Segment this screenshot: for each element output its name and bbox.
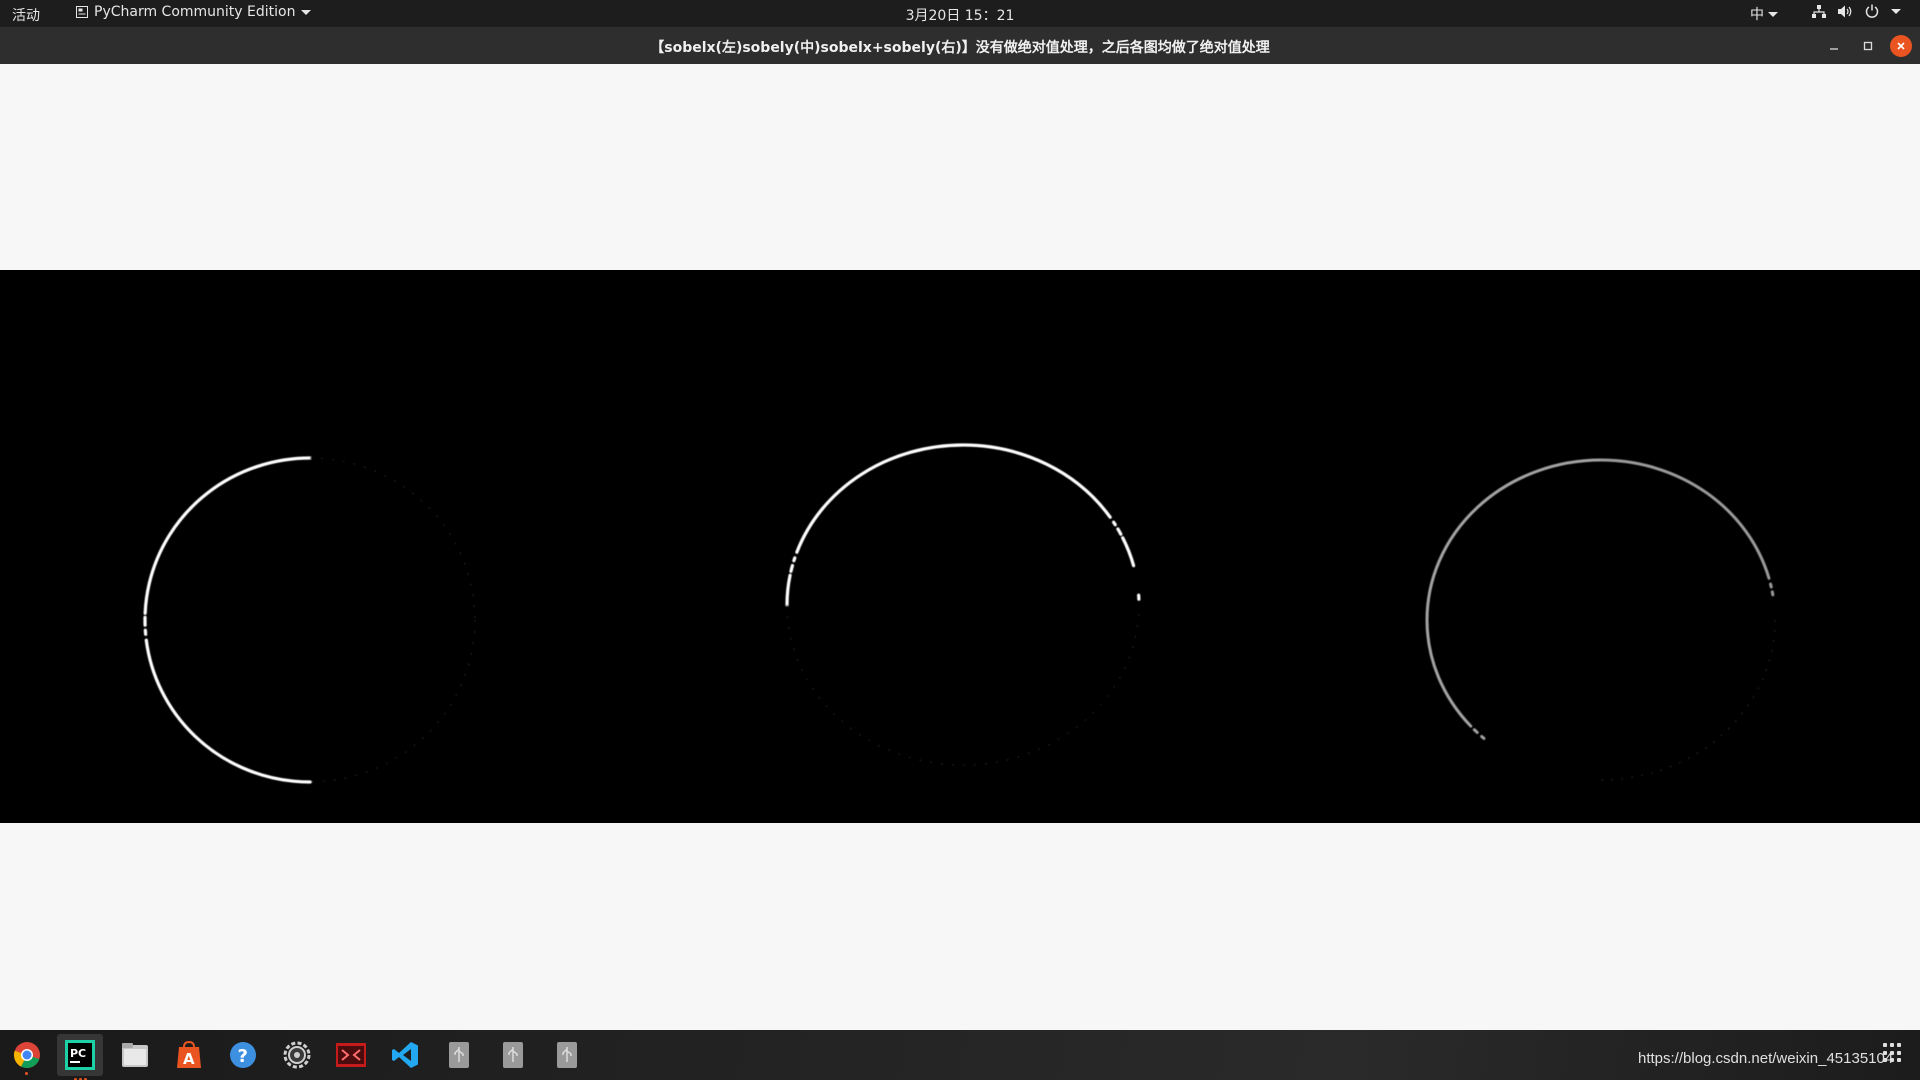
- input-method-indicator[interactable]: 中: [1750, 4, 1778, 24]
- gnome-top-bar: 活动 PyCharm Community Edition 3月20日 15：21…: [0, 0, 1920, 27]
- software-center-icon[interactable]: A: [174, 1040, 204, 1070]
- sobelx-edge-image: [143, 456, 476, 784]
- chrome-icon[interactable]: [12, 1040, 42, 1075]
- minimize-icon: [1830, 48, 1838, 50]
- network-icon[interactable]: [1812, 4, 1826, 18]
- usb-drive-icon[interactable]: [498, 1040, 528, 1070]
- usb-drive-icon[interactable]: [444, 1040, 474, 1070]
- pycharm-icon[interactable]: PC: [57, 1034, 103, 1080]
- window-title-bar[interactable]: 【sobelx(左)sobely(中)sobelx+sobely(右)】没有做绝…: [0, 27, 1920, 64]
- help-icon[interactable]: ?: [228, 1040, 258, 1070]
- sobel-sum-edge-image: [1425, 458, 1777, 782]
- minimize-button[interactable]: [1823, 35, 1845, 57]
- files-icon[interactable]: [120, 1040, 150, 1070]
- maximize-button[interactable]: [1857, 35, 1879, 57]
- chevron-down-icon: [301, 9, 312, 15]
- svg-text:PC: PC: [70, 1047, 86, 1060]
- running-indicator: [25, 1072, 28, 1075]
- chevron-down-icon: [1768, 11, 1778, 17]
- show-applications-icon[interactable]: [1883, 1043, 1903, 1063]
- sobel-edge-images: [143, 443, 1777, 784]
- system-tray[interactable]: [1812, 4, 1901, 18]
- input-method-label: 中: [1750, 7, 1764, 23]
- clock[interactable]: 3月20日 15：21: [906, 8, 1015, 24]
- app-menu[interactable]: PyCharm Community Edition: [76, 4, 312, 20]
- svg-text:?: ?: [238, 1046, 248, 1067]
- chevron-down-icon: [1891, 8, 1901, 14]
- close-icon: [1897, 42, 1905, 50]
- screenshot-app-icon[interactable]: [336, 1040, 366, 1070]
- sobely-edge-image: [785, 443, 1141, 766]
- app-menu-icon: [76, 6, 88, 18]
- volume-icon[interactable]: [1838, 5, 1853, 18]
- power-icon[interactable]: [1865, 4, 1879, 18]
- vscode-icon[interactable]: [390, 1040, 420, 1070]
- window-title: 【sobelx(左)sobely(中)sobelx+sobely(右)】没有做绝…: [650, 40, 1270, 56]
- close-button[interactable]: [1890, 35, 1912, 57]
- watermark-url: https://blog.csdn.net/weixin_45135104: [1638, 1050, 1894, 1067]
- svg-text:A: A: [183, 1050, 195, 1068]
- activities-button[interactable]: 活动: [12, 5, 40, 25]
- maximize-icon: [1863, 41, 1873, 51]
- settings-icon[interactable]: [282, 1040, 312, 1070]
- image-viewer-canvas: [0, 64, 1920, 1030]
- sobel-result-image: [0, 270, 1920, 823]
- taskbar-dock: PC A ?: [0, 1030, 1920, 1080]
- app-menu-label: PyCharm Community Edition: [94, 4, 296, 20]
- usb-drive-icon[interactable]: [552, 1040, 582, 1070]
